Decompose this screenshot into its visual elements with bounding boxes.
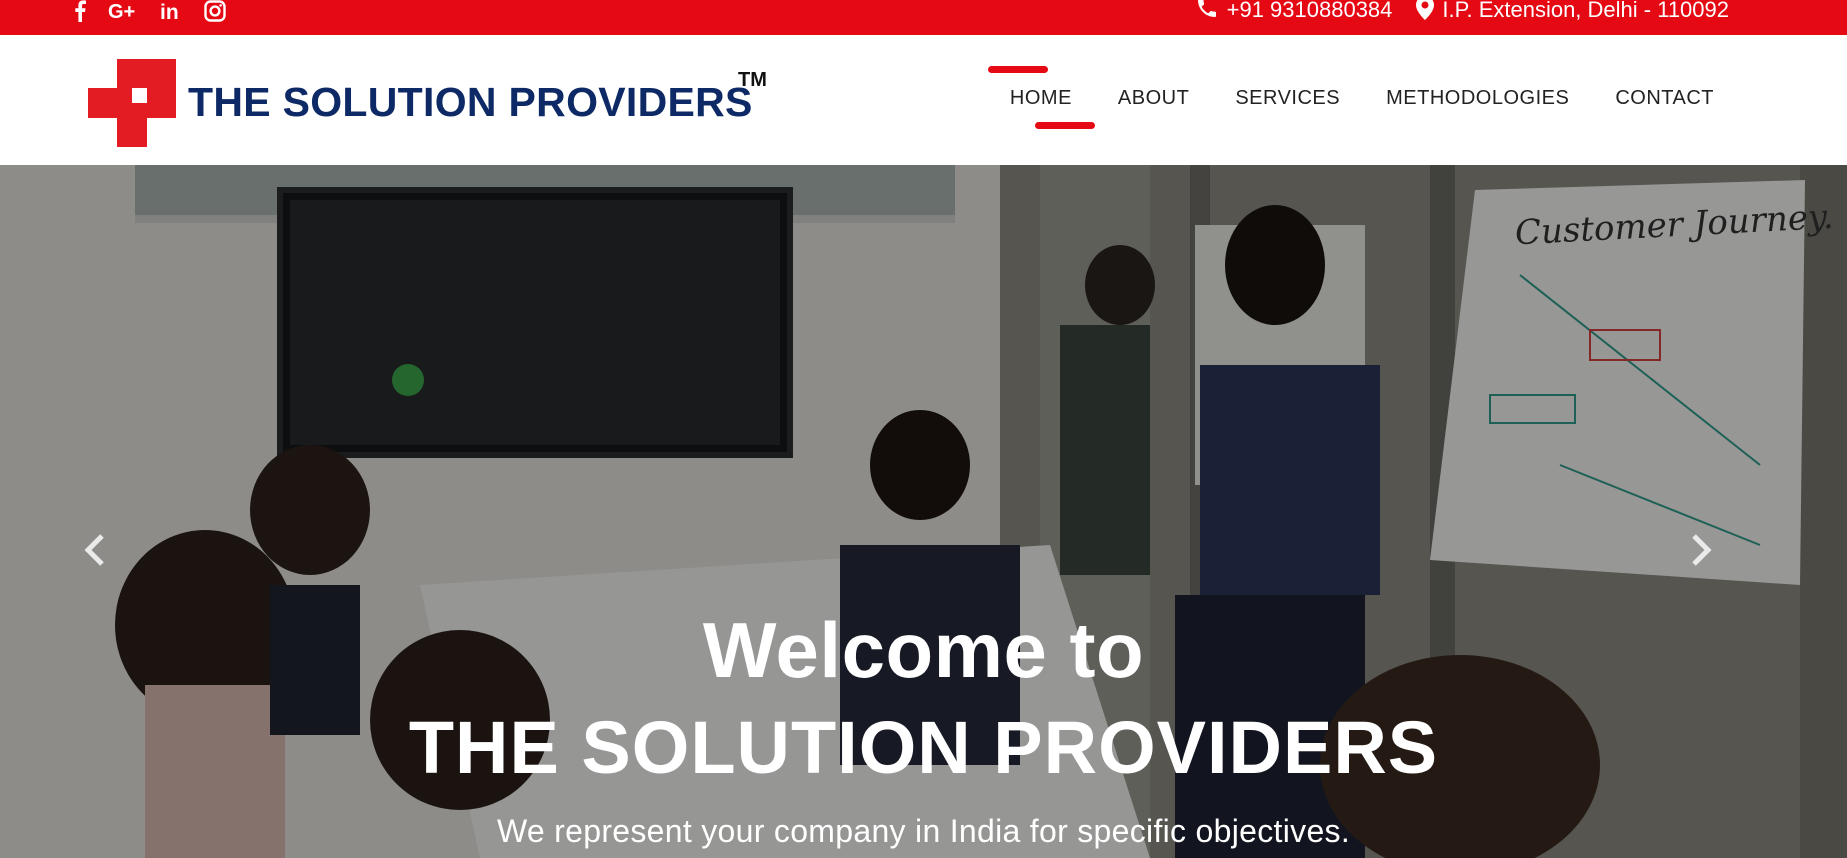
nav-about[interactable]: ABOUT <box>1118 87 1189 110</box>
top-bar: G+ in +91 9310880384 I.P. Extension, Del… <box>0 0 1847 35</box>
address-text: I.P. Extension, Delhi - 110092 <box>1442 0 1729 22</box>
logo-mark-icon <box>88 59 176 147</box>
phone-number: +91 9310880384 <box>1226 0 1393 22</box>
phone-item[interactable]: +91 9310880384 <box>1195 0 1393 25</box>
phone-icon <box>1195 0 1219 25</box>
address-item: I.P. Extension, Delhi - 110092 <box>1416 0 1729 25</box>
chevron-left-icon[interactable] <box>84 530 106 574</box>
nav-methodologies[interactable]: METHODOLOGIES <box>1386 87 1569 110</box>
map-marker-icon <box>1416 0 1435 25</box>
site-header: THE SOLUTION PROVIDERS TM HOME ABOUT SER… <box>0 35 1847 165</box>
nav-home[interactable]: HOME <box>987 66 1095 129</box>
linkedin-icon[interactable]: in <box>160 0 182 22</box>
contact-info: +91 9310880384 I.P. Extension, Delhi - 1… <box>1195 0 1729 22</box>
nav-contact[interactable]: CONTACT <box>1615 87 1714 110</box>
hero-welcome: Welcome to <box>702 606 1145 694</box>
svg-text:G+: G+ <box>108 1 135 21</box>
instagram-icon[interactable] <box>204 0 226 22</box>
facebook-icon[interactable] <box>74 0 86 22</box>
logo[interactable]: THE SOLUTION PROVIDERS TM <box>88 59 767 147</box>
hero-subtitle: We represent your company in India for s… <box>496 813 1351 849</box>
hero-slider: Customer Journey. Welcome to THE SOLUTIO… <box>0 165 1847 858</box>
chevron-right-icon[interactable] <box>1690 530 1712 574</box>
google-plus-icon[interactable]: G+ <box>108 0 138 22</box>
svg-text:in: in <box>160 1 179 21</box>
social-links: G+ in <box>74 0 226 22</box>
main-nav: HOME ABOUT SERVICES METHODOLOGIES CONTAC… <box>987 66 1714 129</box>
nav-services[interactable]: SERVICES <box>1235 87 1340 110</box>
logo-trademark: TM <box>738 69 767 91</box>
logo-text: THE SOLUTION PROVIDERS <box>188 79 753 125</box>
hero-title: THE SOLUTION PROVIDERS <box>408 706 1439 789</box>
